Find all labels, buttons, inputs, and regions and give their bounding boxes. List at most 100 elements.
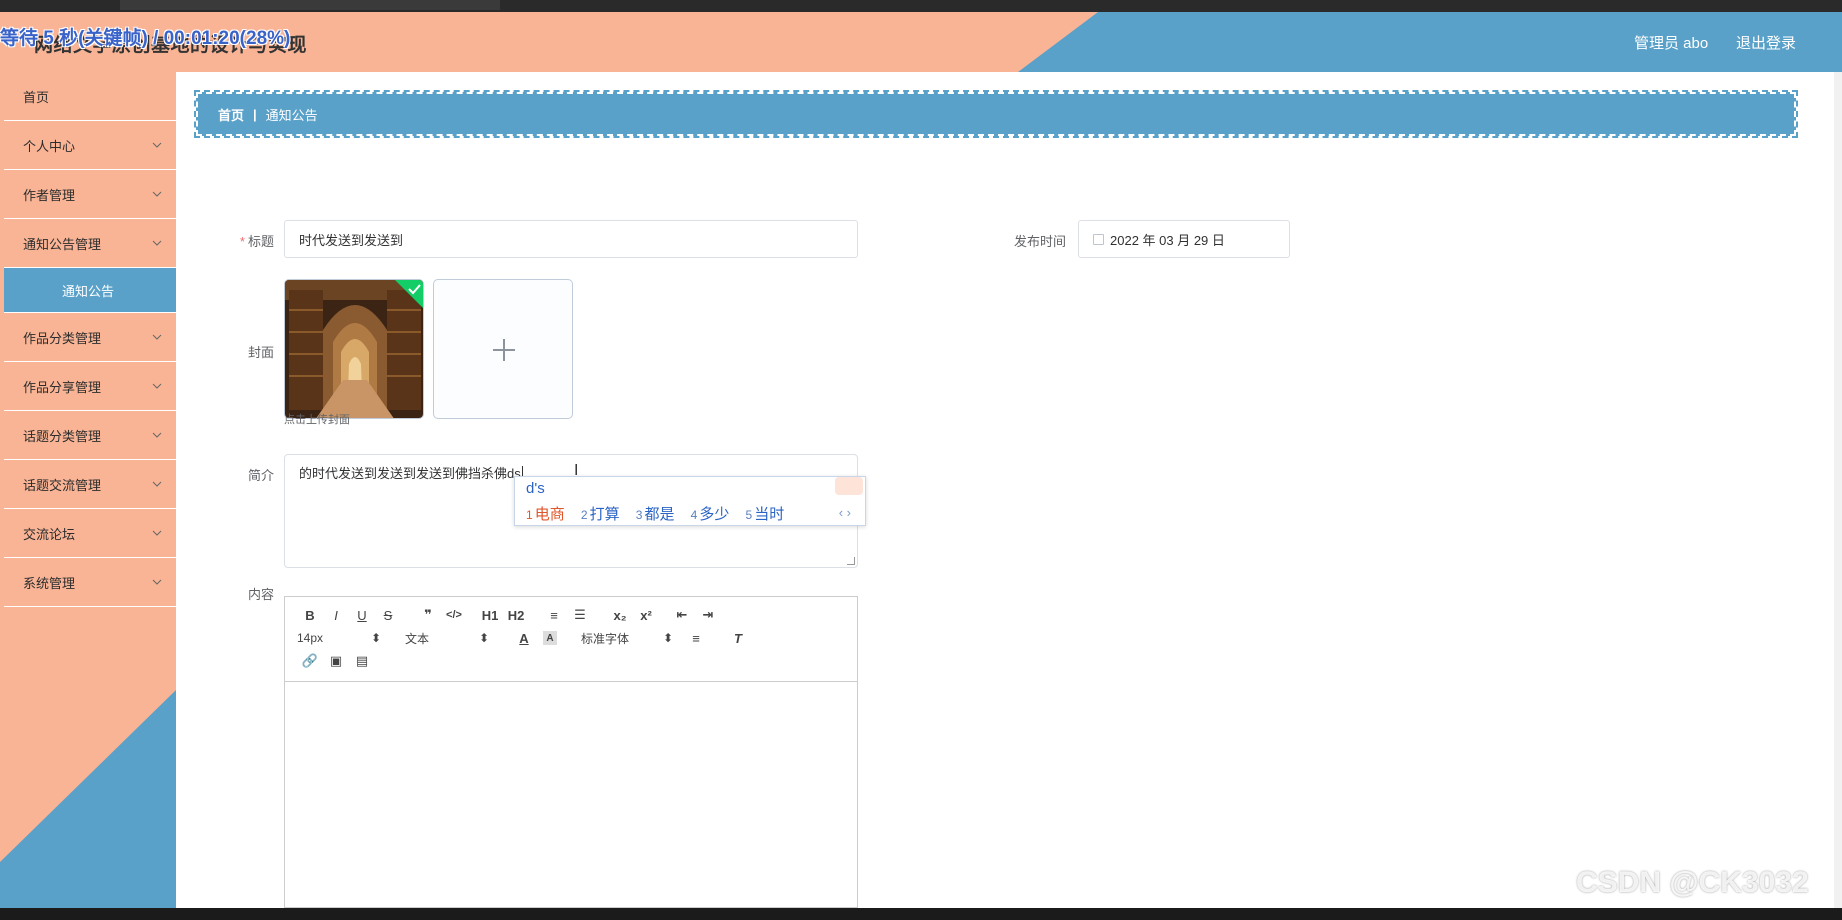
ime-candidate-3[interactable]: 3 都是 bbox=[636, 506, 675, 523]
window-top-strip bbox=[0, 0, 1842, 12]
sidebar-item-label: 系统管理 bbox=[23, 575, 76, 591]
chevron-down-icon bbox=[152, 191, 162, 197]
clear-format-icon[interactable]: T bbox=[725, 628, 751, 648]
block-type-select[interactable]: 文本 ⬍ bbox=[405, 630, 489, 647]
font-family-select[interactable]: 标准字体 ⬍ bbox=[581, 630, 673, 647]
ime-logo-icon bbox=[835, 477, 863, 495]
resize-handle[interactable] bbox=[847, 557, 855, 565]
toolbar-row-1: B I U S ❞ </> H1 H2 ≡ ☰ x₂ x² ⇤ ⇥ bbox=[297, 605, 721, 625]
sidebar-item-label: 交流论坛 bbox=[23, 526, 76, 542]
sidebar-item-label: 个人中心 bbox=[23, 138, 76, 154]
sidebar-item-work-share[interactable]: 作品分享管理 bbox=[4, 362, 176, 411]
sidebar-item-label: 作品分享管理 bbox=[23, 379, 102, 395]
cover-upload-hint: 点击上传封面 bbox=[284, 414, 350, 426]
chevron-down-icon bbox=[152, 334, 162, 340]
recording-overlay-caption: 等待 5 秒(关键帧) / 00:01:20(28%) bbox=[0, 28, 291, 49]
content-label: 内容 bbox=[247, 587, 274, 602]
cover-upload-button[interactable] bbox=[433, 279, 573, 419]
sidebar-subitem-notice[interactable]: 通知公告 bbox=[4, 268, 176, 313]
quote-icon[interactable]: ❞ bbox=[415, 605, 441, 625]
h2-icon[interactable]: H2 bbox=[503, 605, 529, 625]
chevron-down-icon bbox=[152, 579, 162, 585]
outdent-icon[interactable]: ⇤ bbox=[669, 605, 695, 625]
italic-icon[interactable]: I bbox=[323, 605, 349, 625]
ime-candidate-1[interactable]: 1 电商 bbox=[526, 506, 565, 523]
subscript-icon[interactable]: x₂ bbox=[607, 605, 633, 625]
main-content: 首页 | 通知公告 * 标题 时代发送到发送到 发布时间 2022 年 03 月 … bbox=[176, 72, 1842, 908]
underline-icon[interactable]: U bbox=[349, 605, 375, 625]
breadcrumb: 首页 | 通知公告 bbox=[194, 90, 1798, 138]
sidebar: 首页 个人中心 作者管理 通知公告管理 通知公告 作品分类管理 作品分享管理 话… bbox=[0, 72, 176, 908]
chevron-down-icon bbox=[152, 481, 162, 487]
font-size-select[interactable]: 14px ⬍ bbox=[297, 631, 381, 645]
sidebar-item-system-management[interactable]: 系统管理 bbox=[4, 558, 176, 607]
ime-candidate-popup: d's 1 电商 2 打算 3 都是 4 多少 5 当时 ‹ › bbox=[514, 476, 866, 526]
strike-icon[interactable]: S bbox=[375, 605, 401, 625]
chevron-down-icon bbox=[152, 383, 162, 389]
sidebar-item-label: 话题分类管理 bbox=[23, 428, 102, 444]
page-scrollbar[interactable] bbox=[1834, 72, 1842, 908]
sidebar-item-topic-category[interactable]: 话题分类管理 bbox=[4, 411, 176, 460]
code-icon[interactable]: </> bbox=[441, 605, 467, 625]
sidebar-item-label: 首页 bbox=[23, 89, 50, 105]
cover-thumbnail[interactable] bbox=[284, 279, 424, 419]
title-input[interactable]: 时代发送到发送到 bbox=[284, 220, 858, 258]
intro-label: 简介 bbox=[247, 468, 274, 483]
editor-content-area[interactable] bbox=[285, 682, 857, 908]
app-window: 网络文学原创基地的设计与实现 等待 5 秒(关键帧) / 00:01:20(28… bbox=[0, 12, 1842, 908]
bullet-list-icon[interactable]: ☰ bbox=[567, 605, 593, 625]
select-arrows-icon: ⬍ bbox=[478, 631, 489, 645]
toolbar-row-2: 14px ⬍ 文本 ⬍ A A 标准字体 ⬍ ≡ T bbox=[297, 628, 751, 648]
chevron-down-icon bbox=[152, 432, 162, 438]
calendar-icon bbox=[1093, 233, 1104, 245]
chevron-up-icon bbox=[152, 240, 162, 246]
cover-label: 封面 bbox=[247, 345, 274, 360]
chevron-down-icon bbox=[152, 142, 162, 148]
video-icon[interactable]: ▤ bbox=[349, 651, 375, 671]
h1-icon[interactable]: H1 bbox=[477, 605, 503, 625]
text-color-icon[interactable]: A bbox=[511, 628, 537, 648]
ordered-list-icon[interactable]: ≡ bbox=[541, 605, 567, 625]
align-icon[interactable]: ≡ bbox=[683, 628, 709, 648]
ime-candidate-5[interactable]: 5 当时 bbox=[746, 506, 785, 523]
window-bottom-strip bbox=[0, 908, 1842, 920]
ime-page-nav[interactable]: ‹ › bbox=[839, 505, 851, 520]
rich-text-editor: B I U S ❞ </> H1 H2 ≡ ☰ x₂ x² ⇤ ⇥ 14px ⬍… bbox=[284, 596, 858, 908]
sidebar-item-author-management[interactable]: 作者管理 bbox=[4, 170, 176, 219]
sidebar-item-topic-discussion[interactable]: 话题交流管理 bbox=[4, 460, 176, 509]
csdn-watermark: CSDN @CK3032 bbox=[1576, 866, 1809, 899]
ime-candidates: 1 电商 2 打算 3 都是 4 多少 5 当时 bbox=[526, 503, 796, 524]
link-icon[interactable]: 🔗 bbox=[297, 651, 323, 671]
sidebar-item-label: 作品分类管理 bbox=[23, 330, 102, 346]
publish-date-picker[interactable]: 2022 年 03 月 29 日 bbox=[1078, 220, 1290, 258]
publish-time-label: 发布时间 bbox=[1013, 234, 1066, 249]
logout-button[interactable]: 退出登录 bbox=[1736, 32, 1796, 53]
admin-label: 管理员 abo bbox=[1634, 35, 1709, 52]
sidebar-item-label: 通知公告管理 bbox=[23, 236, 102, 252]
breadcrumb-current: 通知公告 bbox=[265, 107, 318, 123]
sidebar-item-label: 作者管理 bbox=[23, 187, 76, 203]
sidebar-item-label: 话题交流管理 bbox=[23, 477, 102, 493]
title-label: * 标题 bbox=[239, 234, 274, 249]
sidebar-item-home[interactable]: 首页 bbox=[4, 72, 176, 121]
toolbar-row-3: 🔗 ▣ ▤ bbox=[297, 651, 375, 671]
superscript-icon[interactable]: x² bbox=[633, 605, 659, 625]
header: 网络文学原创基地的设计与实现 等待 5 秒(关键帧) / 00:01:20(28… bbox=[0, 12, 1842, 72]
bold-icon[interactable]: B bbox=[297, 605, 323, 625]
sidebar-menu: 首页 个人中心 作者管理 通知公告管理 通知公告 作品分类管理 作品分享管理 话… bbox=[4, 72, 176, 607]
sidebar-item-forum[interactable]: 交流论坛 bbox=[4, 509, 176, 558]
sidebar-item-personal-center[interactable]: 个人中心 bbox=[4, 121, 176, 170]
ime-candidate-4[interactable]: 4 多少 bbox=[691, 506, 730, 523]
background-color-icon[interactable]: A bbox=[543, 631, 557, 645]
ime-candidate-2[interactable]: 2 打算 bbox=[581, 506, 620, 523]
ime-composition: d's bbox=[526, 480, 545, 497]
indent-icon[interactable]: ⇥ bbox=[695, 605, 721, 625]
sidebar-item-work-category[interactable]: 作品分类管理 bbox=[4, 313, 176, 362]
image-icon[interactable]: ▣ bbox=[323, 651, 349, 671]
library-image bbox=[285, 280, 423, 418]
sidebar-item-notice-management[interactable]: 通知公告管理 bbox=[4, 219, 176, 268]
required-asterisk: * bbox=[239, 234, 245, 249]
select-arrows-icon: ⬍ bbox=[662, 631, 673, 645]
breadcrumb-home-link[interactable]: 首页 bbox=[218, 105, 244, 124]
editor-toolbar: B I U S ❞ </> H1 H2 ≡ ☰ x₂ x² ⇤ ⇥ 14px ⬍… bbox=[285, 597, 857, 682]
